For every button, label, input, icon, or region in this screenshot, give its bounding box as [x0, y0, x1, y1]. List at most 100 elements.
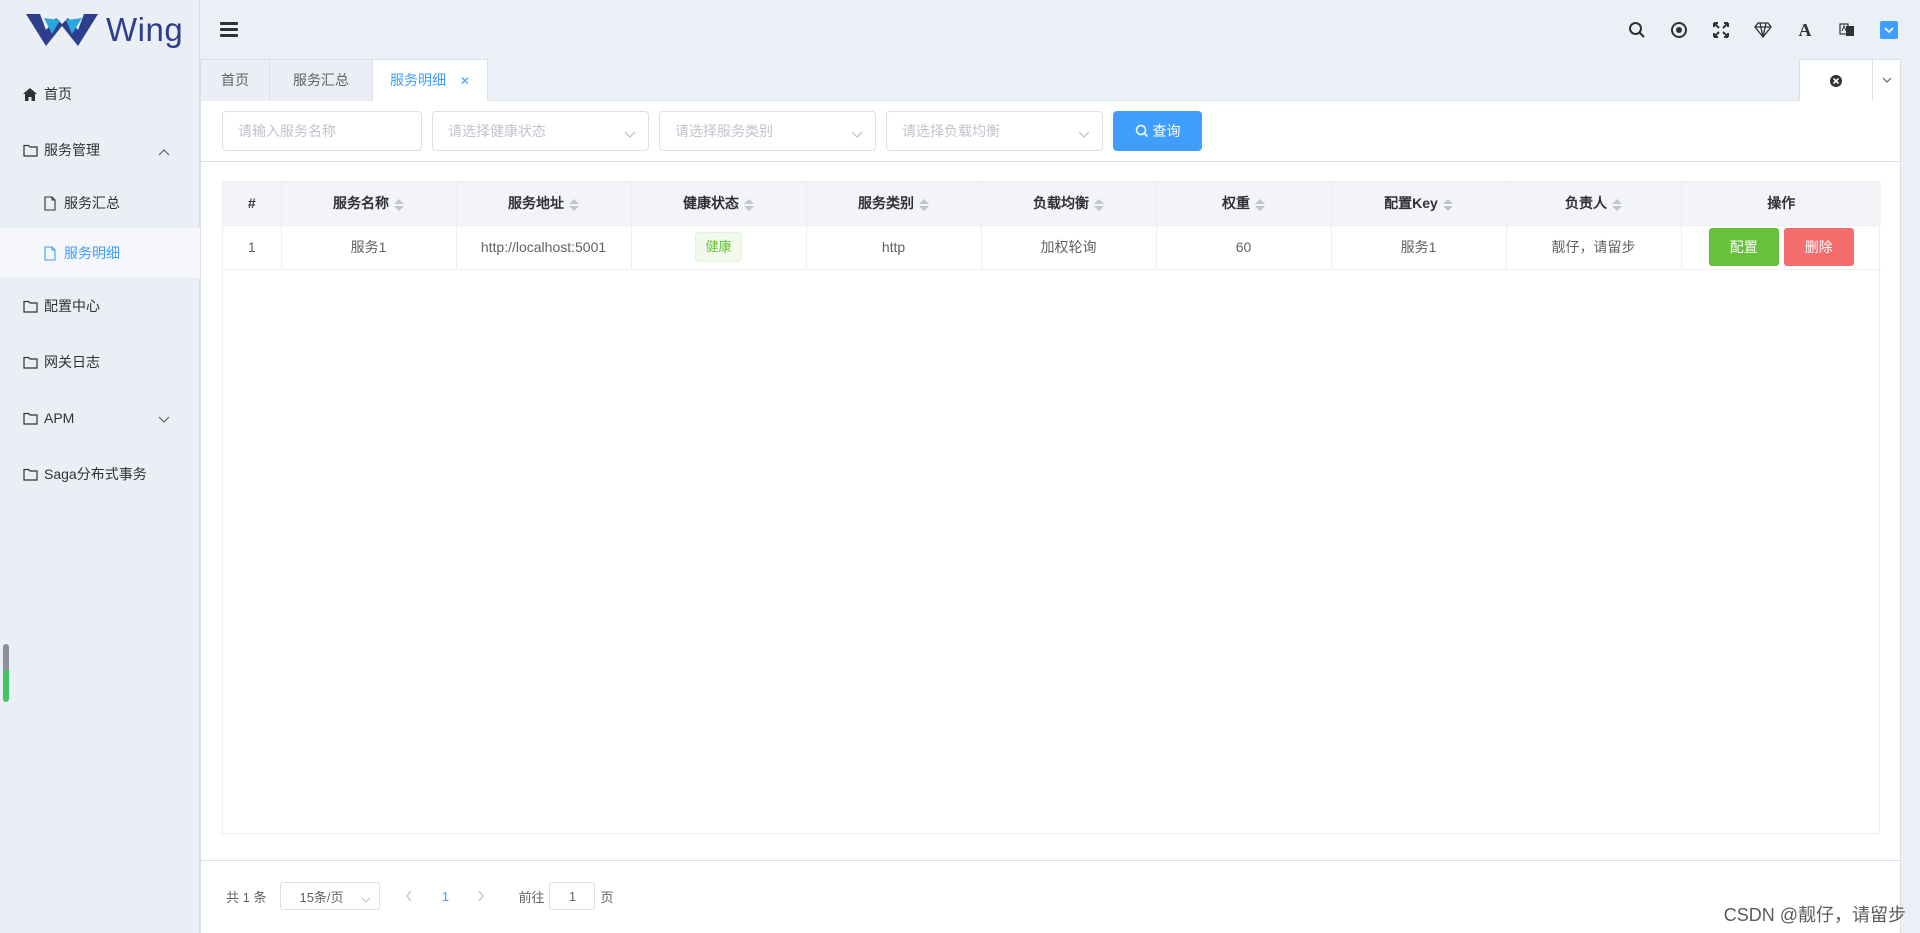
- sidebar-item-label: Saga分布式事务: [44, 466, 147, 482]
- font-size-icon[interactable]: A: [1784, 16, 1826, 44]
- sort-icon[interactable]: [1094, 198, 1104, 212]
- column-header-health[interactable]: 健康状态: [631, 182, 807, 226]
- tab-label: 服务汇总: [293, 72, 349, 88]
- close-all-tabs-icon[interactable]: [1800, 60, 1872, 101]
- goto-page-input[interactable]: 1: [549, 882, 596, 910]
- health-status-badge: 健康: [695, 232, 742, 262]
- page-number-current[interactable]: 1: [430, 882, 460, 910]
- cell-actions: 配置 删除: [1681, 225, 1881, 270]
- sidebar-item-label: 服务汇总: [64, 195, 120, 211]
- input-placeholder: 请输入服务名称: [238, 123, 336, 139]
- diamond-icon[interactable]: [1742, 16, 1784, 44]
- health-status-select[interactable]: 请选择健康状态: [432, 111, 649, 151]
- target-icon[interactable]: [1658, 16, 1700, 44]
- folder-icon: [22, 298, 38, 314]
- sidebar-item-label: 首页: [44, 86, 72, 102]
- sidebar-item-label: 服务管理: [44, 142, 100, 158]
- column-header-address[interactable]: 服务地址: [456, 182, 632, 226]
- sidebar-item-label: 配置中心: [44, 298, 100, 314]
- logo[interactable]: Wing: [24, 10, 183, 50]
- translate-icon[interactable]: [1826, 16, 1868, 44]
- folder-icon: [22, 466, 38, 482]
- sort-icon[interactable]: [394, 198, 404, 212]
- service-category-select[interactable]: 请选择服务类别: [659, 111, 876, 151]
- main-panel: 请输入服务名称 请选择健康状态 请选择服务类别 请选择负载均衡 查询 # 服务名…: [200, 101, 1901, 933]
- cell-weight: 60: [1156, 225, 1332, 270]
- pagination: 共 1 条 15条/页 1 前往 1 页: [226, 882, 614, 910]
- search-icon: [1135, 124, 1148, 138]
- sort-icon[interactable]: [1255, 198, 1265, 212]
- sidebar-item-apm[interactable]: APM: [0, 390, 200, 446]
- wing-logo-icon: [26, 14, 98, 46]
- delete-button[interactable]: 删除: [1783, 228, 1854, 266]
- cell-owner: 靓仔，请留步: [1506, 225, 1682, 270]
- chevron-down-icon: [851, 126, 863, 142]
- tab-service-summary[interactable]: 服务汇总: [269, 59, 373, 101]
- hamburger-menu-icon[interactable]: [220, 22, 238, 38]
- chevron-down-icon: [1078, 126, 1090, 142]
- sidebar-item-service-detail[interactable]: 服务明细: [0, 228, 200, 278]
- sidebar-item-service-management[interactable]: 服务管理: [0, 122, 200, 178]
- column-header-weight[interactable]: 权重: [1156, 182, 1332, 226]
- sidebar-item-label: 网关日志: [44, 354, 100, 370]
- sidebar-item-saga[interactable]: Saga分布式事务: [0, 446, 200, 502]
- file-icon: [42, 245, 58, 261]
- sort-icon[interactable]: [919, 198, 929, 212]
- column-header-config-key[interactable]: 配置Key: [1331, 182, 1507, 226]
- tabs-more-icon[interactable]: [1872, 60, 1900, 101]
- select-placeholder: 请选择服务类别: [675, 123, 773, 139]
- chevron-down-icon: [624, 126, 636, 142]
- sidebar-item-home[interactable]: 首页: [0, 66, 200, 122]
- config-button[interactable]: 配置: [1708, 228, 1779, 266]
- tab-label: 服务明细: [390, 72, 447, 88]
- tab-service-detail[interactable]: 服务明细 ✕: [372, 59, 488, 102]
- column-header-name[interactable]: 服务名称: [281, 182, 457, 226]
- page-size-select[interactable]: 15条/页: [280, 882, 381, 910]
- divider: [201, 860, 1900, 861]
- table-header-row: # 服务名称 服务地址 健康状态 服务类别 负载均衡 权重 配置Key 负责人 …: [223, 182, 1881, 226]
- sidebar-item-service-summary[interactable]: 服务汇总: [0, 178, 200, 228]
- query-button[interactable]: 查询: [1113, 111, 1202, 151]
- sidebar-item-gateway-log[interactable]: 网关日志: [0, 334, 200, 390]
- prev-page-icon[interactable]: [394, 882, 424, 910]
- service-name-input[interactable]: 请输入服务名称: [222, 111, 422, 151]
- cell-category: http: [806, 225, 982, 270]
- scroll-indicator[interactable]: [3, 644, 9, 702]
- column-header-load-balance[interactable]: 负载均衡: [981, 182, 1157, 226]
- sidebar-item-label: APM: [44, 410, 75, 426]
- folder-icon: [22, 354, 38, 370]
- folder-icon: [22, 142, 38, 158]
- load-balance-select[interactable]: 请选择负载均衡: [886, 111, 1103, 151]
- sort-icon[interactable]: [1612, 198, 1622, 212]
- dropdown-icon[interactable]: [1868, 16, 1910, 44]
- column-header-actions: 操作: [1681, 182, 1881, 226]
- tab-bar: 首页 服务汇总 服务明细 ✕: [200, 59, 1901, 102]
- close-icon[interactable]: ✕: [460, 74, 470, 88]
- tab-home[interactable]: 首页: [200, 59, 270, 101]
- folder-icon: [22, 410, 38, 426]
- divider: [201, 161, 1900, 162]
- sidebar-menu: 首页 服务管理 服务汇总 服务明细 配置中心 网关日志 APM Saga分布式事…: [0, 66, 200, 502]
- header-toolbar: A: [1616, 16, 1910, 44]
- sort-icon[interactable]: [1442, 198, 1453, 212]
- chevron-down-icon: [158, 411, 170, 427]
- goto-label: 前往: [518, 889, 545, 905]
- sidebar-item-config-center[interactable]: 配置中心: [0, 278, 200, 334]
- cell-health: 健康: [631, 225, 807, 270]
- chevron-up-icon: [158, 143, 170, 159]
- column-header-owner[interactable]: 负责人: [1506, 182, 1682, 226]
- sort-icon[interactable]: [744, 198, 754, 212]
- column-header-category[interactable]: 服务类别: [806, 182, 982, 226]
- cell-load-balance: 加权轮询: [981, 225, 1157, 270]
- next-page-icon[interactable]: [466, 882, 496, 910]
- select-placeholder: 请选择负载均衡: [902, 123, 1000, 139]
- fullscreen-icon[interactable]: [1700, 16, 1742, 44]
- file-icon: [42, 195, 58, 211]
- tab-tools: [1799, 59, 1901, 101]
- search-icon[interactable]: [1616, 16, 1658, 44]
- page-size-value: 15条/页: [299, 889, 344, 905]
- tab-label: 首页: [221, 72, 249, 88]
- cell-address: http://localhost:5001: [456, 225, 632, 270]
- sort-icon[interactable]: [569, 198, 579, 212]
- home-icon: [22, 86, 38, 102]
